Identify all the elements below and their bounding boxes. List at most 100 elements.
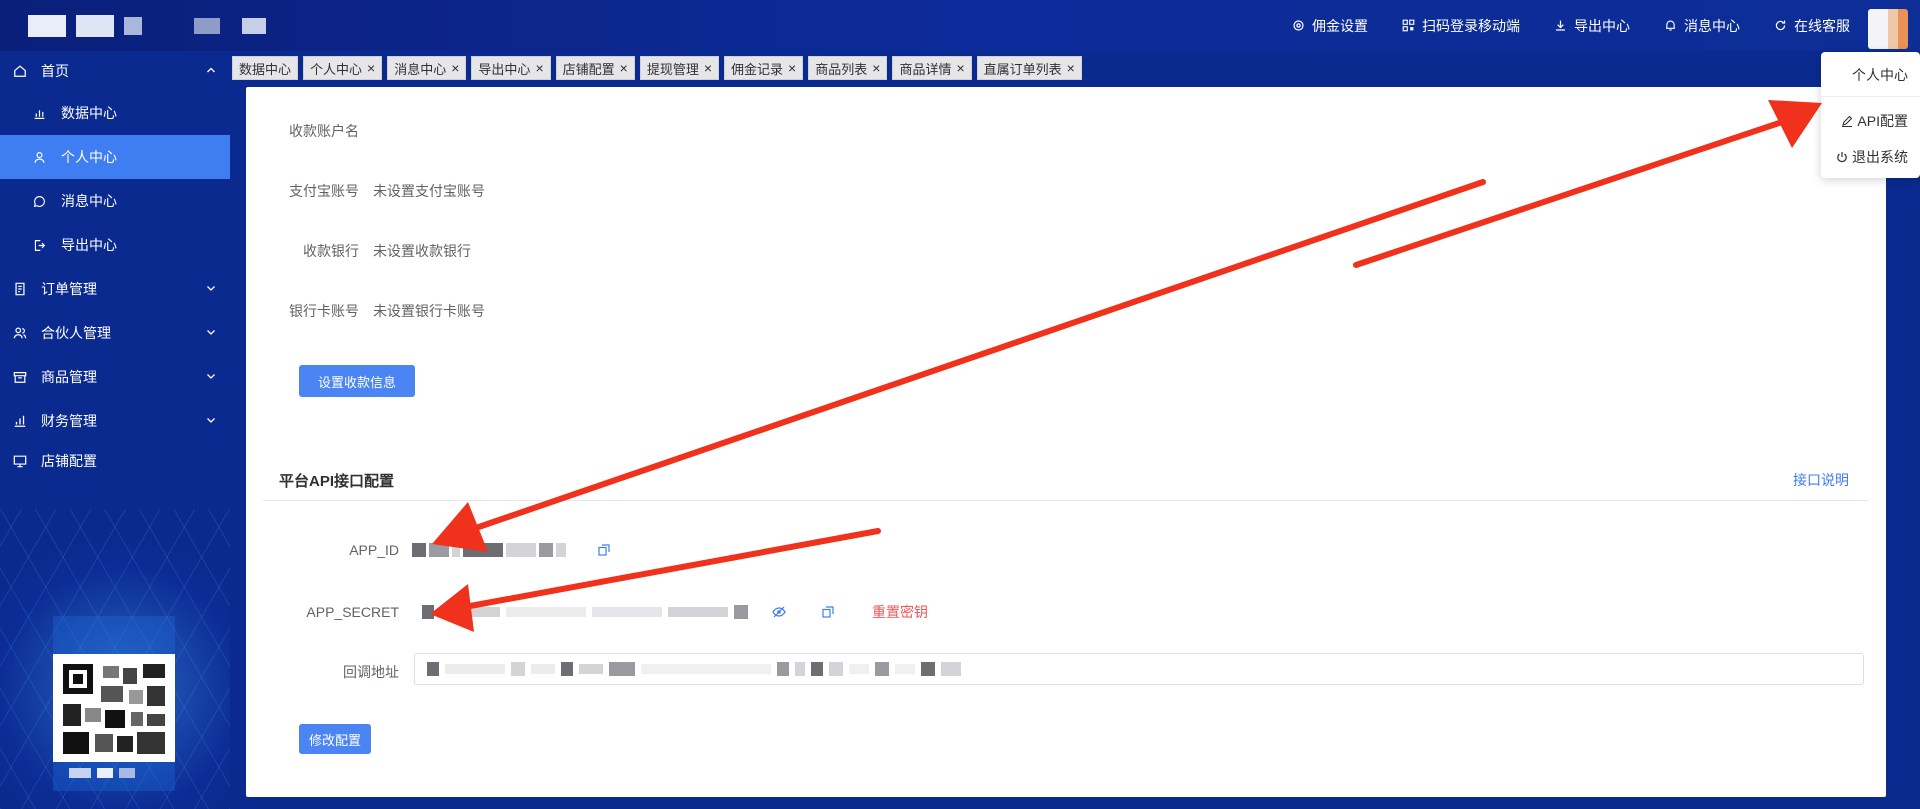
- chevron-down-icon: [207, 330, 215, 335]
- tab-product-list[interactable]: 商品列表 ×: [808, 56, 888, 80]
- sidebar: 首页 数据中心 个人中心 消息中心 导出中心 订单管理 合伙人管理 商品管理 财…: [0, 51, 230, 809]
- bank-value: 未设置收款银行: [373, 243, 471, 259]
- callback-label: 回调地址: [343, 664, 399, 680]
- sidebar-item-finance-label: 财务管理: [41, 413, 97, 429]
- close-icon[interactable]: ×: [535, 60, 543, 76]
- gear-icon: [1293, 20, 1304, 31]
- users-icon: [13, 327, 27, 339]
- api-doc-link[interactable]: 接口说明: [1793, 470, 1849, 490]
- app-id-label: APP_ID: [349, 542, 399, 558]
- sidebar-item-message-center-label: 消息中心: [61, 193, 117, 209]
- sidebar-item-message-center[interactable]: 消息中心: [0, 179, 230, 223]
- reset-secret-button[interactable]: 重置密钥: [872, 602, 928, 622]
- tab-personal-center[interactable]: 个人中心 ×: [303, 56, 383, 80]
- tab-label: 数据中心: [239, 61, 292, 77]
- user-dropdown-menu: 个人中心 API配置 退出系统: [1821, 52, 1920, 178]
- close-icon[interactable]: ×: [451, 60, 459, 76]
- sidebar-item-export-center[interactable]: 导出中心: [0, 223, 230, 267]
- dropdown-api-config[interactable]: API配置: [1841, 111, 1908, 131]
- alipay-value: 未设置支付宝账号: [373, 183, 485, 199]
- app-secret-row: APP_SECRET 重置密钥: [289, 602, 928, 622]
- dropdown-logout[interactable]: 退出系统: [1836, 147, 1908, 167]
- dropdown-logout-label: 退出系统: [1852, 149, 1908, 165]
- close-icon[interactable]: ×: [956, 60, 964, 76]
- sidebar-item-partners[interactable]: 合伙人管理: [0, 311, 230, 355]
- message-center-label: 消息中心: [1684, 17, 1740, 34]
- sidebar-item-personal-center[interactable]: 个人中心: [0, 135, 230, 179]
- tab-product-detail[interactable]: 商品详情 ×: [892, 56, 972, 80]
- bell-icon: [1666, 20, 1675, 31]
- card-label: 银行卡账号: [289, 303, 359, 319]
- bank-row: 收款银行 未设置收款银行: [289, 241, 471, 261]
- main-content: 收款账户名 支付宝账号 未设置支付宝账号 收款银行 未设置收款银行 银行卡账号 …: [246, 87, 1886, 797]
- brand-logo[interactable]: [0, 14, 266, 37]
- sidebar-item-shop-config-label: 店铺配置: [41, 453, 97, 469]
- sidebar-item-data-center[interactable]: 数据中心: [0, 91, 230, 135]
- tab-shop-config[interactable]: 店铺配置 ×: [555, 56, 635, 80]
- close-icon[interactable]: ×: [704, 60, 712, 76]
- export-icon: [34, 239, 46, 251]
- callback-url-input[interactable]: [414, 653, 1864, 685]
- app-id-row: APP_ID: [289, 542, 610, 558]
- dropdown-personal-center[interactable]: 个人中心: [1852, 65, 1908, 85]
- online-service-link[interactable]: 在线客服: [1774, 16, 1850, 36]
- close-icon[interactable]: ×: [620, 60, 628, 76]
- sidebar-item-products[interactable]: 商品管理: [0, 355, 230, 399]
- monitor-icon: [13, 455, 27, 468]
- message-center-link[interactable]: 消息中心: [1664, 16, 1740, 36]
- download-icon: [1556, 20, 1565, 31]
- tab-label: 提现管理: [646, 61, 699, 77]
- sidebar-item-shop-config[interactable]: 店铺配置: [0, 443, 230, 479]
- set-payment-info-button[interactable]: 设置收款信息: [299, 365, 415, 397]
- tab-export-center[interactable]: 导出中心 ×: [471, 56, 551, 80]
- chevron-down-icon: [207, 286, 215, 291]
- sidebar-item-home-label: 首页: [41, 63, 69, 79]
- tab-withdraw[interactable]: 提现管理 ×: [639, 56, 720, 80]
- edit-icon: [1842, 115, 1853, 127]
- tab-data-center[interactable]: 数据中心: [232, 56, 299, 80]
- card-row: 银行卡账号 未设置银行卡账号: [289, 301, 485, 321]
- close-icon[interactable]: ×: [1067, 60, 1075, 76]
- account-name-row: 收款账户名: [289, 121, 359, 141]
- commission-settings-label: 佣金设置: [1312, 17, 1368, 34]
- api-section-title: 平台API接口配置: [279, 473, 395, 490]
- copy-icon[interactable]: [598, 544, 610, 556]
- chevron-up-icon: [207, 67, 215, 73]
- alipay-label: 支付宝账号: [289, 183, 359, 199]
- close-icon[interactable]: ×: [872, 60, 880, 76]
- sidebar-item-products-label: 商品管理: [41, 369, 97, 385]
- sidebar-item-finance[interactable]: 财务管理: [0, 399, 230, 443]
- commission-settings-link[interactable]: 佣金设置: [1292, 16, 1368, 36]
- tab-message-center[interactable]: 消息中心 ×: [387, 56, 467, 80]
- tab-commission-records[interactable]: 佣金记录 ×: [724, 56, 804, 80]
- tab-label: 佣金记录: [731, 61, 784, 77]
- sidebar-item-export-center-label: 导出中心: [61, 237, 117, 253]
- user-icon: [34, 151, 45, 163]
- avatar[interactable]: [1868, 9, 1908, 49]
- sidebar-item-orders[interactable]: 订单管理: [0, 267, 230, 311]
- eye-off-icon[interactable]: [772, 606, 786, 618]
- document-icon: [15, 282, 25, 296]
- finance-chart-icon: [14, 415, 26, 427]
- alipay-row: 支付宝账号 未设置支付宝账号: [289, 181, 485, 201]
- online-service-label: 在线客服: [1794, 17, 1850, 34]
- close-icon[interactable]: ×: [788, 60, 796, 76]
- scan-login-label: 扫码登录移动端: [1422, 17, 1520, 34]
- tab-direct-orders[interactable]: 直属订单列表 ×: [976, 56, 1082, 80]
- dropdown-divider: [1821, 96, 1920, 97]
- close-icon[interactable]: ×: [367, 60, 375, 76]
- tab-label: 商品列表: [815, 61, 868, 77]
- callback-row: 回调地址: [289, 662, 399, 682]
- export-center-link[interactable]: 导出中心: [1554, 16, 1630, 36]
- power-icon: [1837, 152, 1847, 163]
- sidebar-item-data-center-label: 数据中心: [61, 105, 117, 121]
- dropdown-api-config-label: API配置: [1857, 113, 1908, 129]
- bank-label: 收款银行: [303, 243, 359, 259]
- edit-config-button[interactable]: 修改配置: [299, 724, 371, 754]
- chart-icon: [34, 109, 45, 119]
- scan-login-link[interactable]: 扫码登录移动端: [1402, 16, 1520, 36]
- copy-icon[interactable]: [822, 606, 834, 618]
- app-secret-value: [422, 605, 748, 619]
- tab-label: 店铺配置: [562, 61, 615, 77]
- sidebar-item-home[interactable]: 首页: [0, 51, 230, 91]
